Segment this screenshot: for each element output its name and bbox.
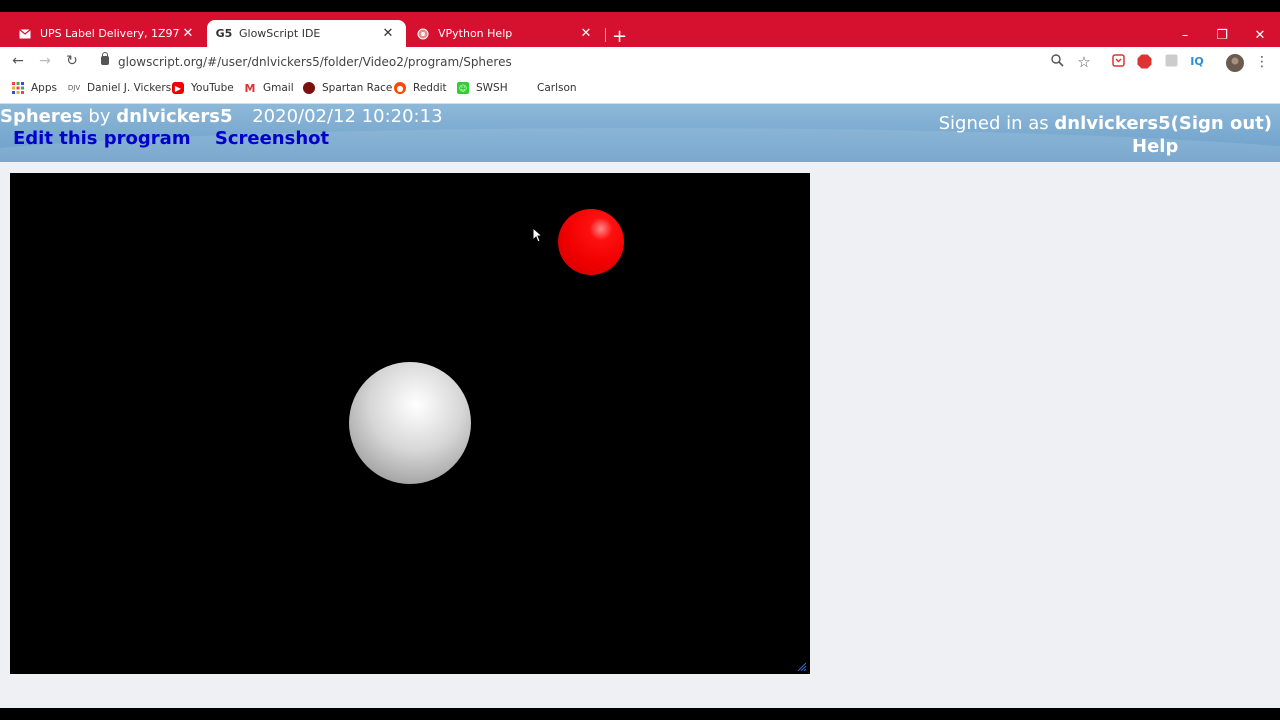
tab-title: UPS Label Delivery, 1Z97YY61900 <box>40 27 180 40</box>
address-toolbar: ← → ↻ glowscript.org/#/user/dnlvickers5/… <box>0 47 1280 77</box>
back-icon[interactable]: ← <box>9 53 27 69</box>
bookmark-reddit[interactable]: ● Reddit <box>394 82 447 94</box>
extension-gray-icon[interactable] <box>1163 54 1179 70</box>
bookmark-label: Daniel J. Vickers <box>87 82 172 94</box>
tab-ups[interactable]: UPS Label Delivery, 1Z97YY61900 ✕ <box>8 20 206 47</box>
signed-in-label: Signed in as <box>938 113 1049 134</box>
resize-handle-icon[interactable] <box>796 661 806 671</box>
window-close-icon[interactable]: ✕ <box>1250 28 1270 43</box>
bookmark-label: YouTube <box>191 82 234 94</box>
page-header: Spheres by dnlvickers5 2020/02/12 10:20:… <box>0 104 1280 162</box>
vpython-icon <box>416 27 430 41</box>
bookmark-youtube[interactable]: ▶ YouTube <box>172 82 234 94</box>
by-label: by <box>88 106 111 127</box>
white-sphere <box>349 362 471 484</box>
sign-out-link[interactable]: (Sign out) <box>1171 113 1272 134</box>
gmail-icon: M <box>244 81 256 95</box>
edit-program-link[interactable]: Edit this program <box>13 128 191 149</box>
new-tab-icon[interactable]: + <box>612 28 627 46</box>
help-link[interactable]: Help <box>1132 136 1178 157</box>
reddit-icon: ● <box>394 82 406 94</box>
header-links: Edit this program Screenshot <box>13 128 347 149</box>
minimize-icon[interactable]: – <box>1175 28 1195 43</box>
close-icon[interactable]: ✕ <box>380 26 396 41</box>
extension-iq-icon[interactable]: IQ <box>1189 54 1205 70</box>
close-icon[interactable]: ✕ <box>180 26 196 41</box>
bookmark-swsh[interactable]: ☺ SWSH <box>457 82 508 94</box>
bookmark-star-icon[interactable]: ☆ <box>1076 54 1092 70</box>
bookmark-label: Apps <box>31 82 57 94</box>
screenshot-link[interactable]: Screenshot <box>215 128 329 149</box>
tab-vpython-help[interactable]: VPython Help ✕ <box>406 20 604 47</box>
avatar[interactable] <box>1226 54 1244 72</box>
bookmark-carlson[interactable]: Carlson <box>537 82 577 94</box>
bottom-border <box>0 708 1280 720</box>
tab-title: VPython Help <box>438 27 513 40</box>
signed-in-user: dnlvickers5 <box>1054 113 1171 134</box>
extension-pocket-icon[interactable] <box>1110 54 1126 70</box>
bookmark-label: SWSH <box>476 82 508 94</box>
forward-icon[interactable]: → <box>36 53 54 69</box>
glowscript-page: Spheres by dnlvickers5 2020/02/12 10:20:… <box>0 104 1280 708</box>
bookmarks-bar: Apps DJV Daniel J. Vickers ▶ YouTube M G… <box>0 77 1280 104</box>
tab-separator <box>605 28 606 42</box>
youtube-icon: ▶ <box>172 82 184 94</box>
spartan-icon <box>303 82 315 94</box>
top-border <box>0 0 1280 12</box>
bookmark-label: Reddit <box>413 82 447 94</box>
page-title: Spheres by dnlvickers5 2020/02/12 10:20:… <box>0 106 443 127</box>
screen: UPS Label Delivery, 1Z97YY61900 ✕ G5 Glo… <box>0 0 1280 720</box>
red-sphere <box>558 209 624 275</box>
extension-adblock-icon[interactable] <box>1136 54 1152 70</box>
tab-strip: UPS Label Delivery, 1Z97YY61900 ✕ G5 Glo… <box>0 12 1280 47</box>
bookmark-label: Spartan Race <box>322 82 393 94</box>
tab-glowscript[interactable]: G5 GlowScript IDE ✕ <box>207 20 406 47</box>
apps-grid-icon <box>12 82 24 94</box>
program-name: Spheres <box>0 106 83 127</box>
bookmark-apps[interactable]: Apps <box>12 82 57 94</box>
zoom-icon[interactable] <box>1049 54 1065 70</box>
mail-icon <box>18 27 32 41</box>
swsh-icon: ☺ <box>457 82 469 94</box>
close-icon[interactable]: ✕ <box>578 26 594 41</box>
author-name: dnlvickers5 <box>116 106 233 127</box>
bookmark-label: Gmail <box>263 82 294 94</box>
lock-icon <box>101 52 109 65</box>
timestamp: 2020/02/12 10:20:13 <box>252 106 443 127</box>
url-bar[interactable]: glowscript.org/#/user/dnlvickers5/folder… <box>118 55 512 69</box>
tab-title: GlowScript IDE <box>239 27 321 40</box>
reload-icon[interactable]: ↻ <box>63 53 81 69</box>
bookmark-daniel[interactable]: DJV Daniel J. Vickers <box>68 82 171 94</box>
site-icon: DJV <box>67 84 81 92</box>
bookmark-label: Carlson <box>537 82 577 94</box>
bookmark-spartan[interactable]: Spartan Race <box>303 82 392 94</box>
mouse-cursor-icon <box>532 227 542 243</box>
menu-kebab-icon[interactable]: ⋮ <box>1254 54 1270 70</box>
scene-canvas[interactable] <box>10 173 810 674</box>
glowscript-icon: G5 <box>215 27 233 40</box>
bookmark-gmail[interactable]: M Gmail <box>244 81 294 95</box>
signed-in-status: Signed in as dnlvickers5(Sign out) <box>939 113 1272 134</box>
restore-icon[interactable]: ❐ <box>1212 28 1232 43</box>
